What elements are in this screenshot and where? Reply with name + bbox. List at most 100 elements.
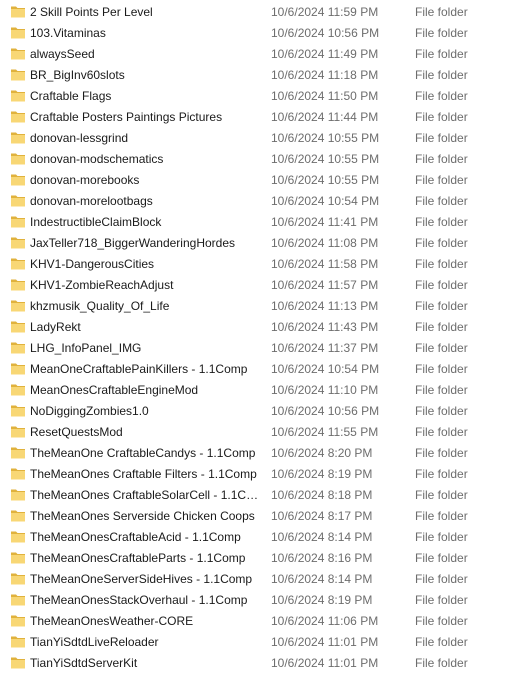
date-modified: 10/6/2024 10:54 PM [271, 194, 380, 208]
folder-row[interactable]: IndestructibleClaimBlock 10/6/2024 11:41 … [0, 212, 530, 233]
folder-row[interactable]: donovan-morelootbags 10/6/2024 10:54 PM Fi… [0, 191, 530, 212]
folder-row[interactable]: ResetQuestsMod 10/6/2024 11:55 PM File fol… [0, 422, 530, 443]
folder-row[interactable]: donovan-lessgrind 10/6/2024 10:55 PM File … [0, 128, 530, 149]
file-type: File folder [415, 614, 468, 628]
file-type: File folder [415, 89, 468, 103]
folder-row[interactable]: LHG_InfoPanel_IMG 10/6/2024 11:37 PM File … [0, 338, 530, 359]
folder-icon [11, 132, 25, 144]
file-type: File folder [415, 152, 468, 166]
file-type: File folder [415, 467, 468, 481]
folder-name: TheMeanOnesWeather-CORE [30, 614, 194, 628]
file-type: File folder [415, 68, 468, 82]
file-type: File folder [415, 341, 468, 355]
folder-row[interactable]: khzmusik_Quality_Of_Life 10/6/2024 11:13 … [0, 296, 530, 317]
file-type: File folder [415, 26, 468, 40]
folder-row[interactable]: BR_BigInv60slots 10/6/2024 11:18 PM File f… [0, 65, 530, 86]
folder-name: TheMeanOne CraftableCandys - 1.1Comp [30, 446, 256, 460]
date-modified: 10/6/2024 10:55 PM [271, 152, 380, 166]
folder-icon [11, 216, 25, 228]
folder-row[interactable]: MeanOnesCraftableEngineMod 10/6/2024 11:1… [0, 380, 530, 401]
file-type: File folder [415, 362, 468, 376]
folder-icon [11, 531, 25, 543]
folder-name: KHV1-DangerousCities [30, 257, 155, 271]
folder-icon [11, 321, 25, 333]
folder-row[interactable]: alwaysSeed 10/6/2024 11:49 PM File folder [0, 44, 530, 65]
date-modified: 10/6/2024 11:59 PM [271, 5, 379, 19]
date-modified: 10/6/2024 11:01 PM [271, 656, 379, 670]
folder-icon [11, 174, 25, 186]
folder-row[interactable]: donovan-modschematics 10/6/2024 10:55 PM F… [0, 149, 530, 170]
folder-icon [11, 489, 25, 501]
folder-name: MeanOnesCraftableEngineMod [30, 383, 199, 397]
folder-icon [11, 279, 25, 291]
folder-name: 2 Skill Points Per Level [30, 5, 153, 19]
folder-row[interactable]: TheMeanOnesCraftableAcid - 1.1Comp 10/6/2… [0, 527, 530, 548]
folder-row[interactable]: KHV1-DangerousCities 10/6/2024 11:58 PM Fi… [0, 254, 530, 275]
file-type: File folder [415, 446, 468, 460]
folder-row[interactable]: TheMeanOne CraftableCandys - 1.1Comp 10/6… [0, 443, 530, 464]
date-modified: 10/6/2024 11:55 PM [271, 425, 379, 439]
folder-row[interactable]: TheMeanOneServerSideHives - 1.1Comp 10/6/… [0, 569, 530, 590]
folder-icon [11, 195, 25, 207]
file-type: File folder [415, 215, 468, 229]
folder-icon [11, 90, 25, 102]
folder-row[interactable]: TianYiSdtdLiveReloader 10/6/2024 11:01 PM… [0, 632, 530, 653]
folder-name: donovan-morebooks [30, 173, 140, 187]
folder-name: LHG_InfoPanel_IMG [30, 341, 142, 355]
date-modified: 10/6/2024 8:18 PM [271, 488, 373, 502]
date-modified: 10/6/2024 8:19 PM [271, 593, 373, 607]
date-modified: 10/6/2024 11:06 PM [271, 614, 379, 628]
date-modified: 10/6/2024 8:16 PM [271, 551, 373, 565]
folder-row[interactable]: TheMeanOnes Serverside Chicken Coops 10/6… [0, 506, 530, 527]
folder-row[interactable]: Craftable Flags 10/6/2024 11:50 PM File fo… [0, 86, 530, 107]
folder-row[interactable]: KHV1-ZombieReachAdjust 10/6/2024 11:57 PM… [0, 275, 530, 296]
folder-name: TheMeanOnesCraftableParts - 1.1Comp [30, 551, 246, 565]
folder-icon [11, 510, 25, 522]
folder-row[interactable]: TheMeanOnesCraftableParts - 1.1Comp 10/6/… [0, 548, 530, 569]
folder-icon [11, 405, 25, 417]
folder-row[interactable]: LadyRekt 10/6/2024 11:43 PM File folder [0, 317, 530, 338]
file-type: File folder [415, 278, 468, 292]
folder-row[interactable]: donovan-morebooks 10/6/2024 10:55 PM File … [0, 170, 530, 191]
file-type: File folder [415, 194, 468, 208]
folder-name: MeanOneCraftablePainKillers - 1.1Comp [30, 362, 248, 376]
folder-row[interactable]: NoDiggingZombies1.0 10/6/2024 10:56 PM Fil… [0, 401, 530, 422]
file-type: File folder [415, 110, 468, 124]
folder-icon [11, 447, 25, 459]
file-type: File folder [415, 635, 468, 649]
file-type: File folder [415, 131, 468, 145]
folder-row[interactable]: TheMeanOnesWeather-CORE 10/6/2024 11:06 P… [0, 611, 530, 632]
folder-row[interactable]: 2 Skill Points Per Level 10/6/2024 11:59 … [0, 2, 530, 23]
date-modified: 10/6/2024 11:13 PM [271, 299, 379, 313]
date-modified: 10/6/2024 8:14 PM [271, 530, 373, 544]
date-modified: 10/6/2024 8:19 PM [271, 467, 373, 481]
folder-row[interactable]: 103.Vitaminas 10/6/2024 10:56 PM File fold… [0, 23, 530, 44]
folder-icon [11, 552, 25, 564]
folder-icon [11, 48, 25, 60]
folder-icon [11, 363, 25, 375]
file-type: File folder [415, 320, 468, 334]
folder-row[interactable]: TianYiSdtdServerKit 10/6/2024 11:01 PM Fil… [0, 653, 530, 674]
date-modified: 10/6/2024 11:37 PM [271, 341, 379, 355]
folder-row[interactable]: TheMeanOnesStackOverhaul - 1.1Comp 10/6/2… [0, 590, 530, 611]
date-modified: 10/6/2024 11:08 PM [271, 236, 379, 250]
folder-row[interactable]: TheMeanOnes Craftable Filters - 1.1Comp 1… [0, 464, 530, 485]
file-type: File folder [415, 257, 468, 271]
file-type: File folder [415, 593, 468, 607]
folder-name: 103.Vitaminas [30, 26, 106, 40]
folder-row[interactable]: MeanOneCraftablePainKillers - 1.1Comp 10/… [0, 359, 530, 380]
folder-name: NoDiggingZombies1.0 [30, 404, 149, 418]
date-modified: 10/6/2024 11:41 PM [271, 215, 379, 229]
folder-name: BR_BigInv60slots [30, 68, 125, 82]
date-modified: 10/6/2024 8:17 PM [271, 509, 373, 523]
folder-icon [11, 258, 25, 270]
file-list: 2 Skill Points Per Level 10/6/2024 11:59 … [0, 0, 530, 694]
folder-row[interactable]: TheMeanOnes CraftableSolarCell - 1.1Co..… [0, 485, 530, 506]
folder-row[interactable]: JaxTeller718_BiggerWanderingHordes 10/6/2… [0, 233, 530, 254]
date-modified: 10/6/2024 11:18 PM [271, 68, 379, 82]
folder-row[interactable]: Craftable Posters Paintings Pictures 10/6… [0, 107, 530, 128]
folder-icon [11, 111, 25, 123]
folder-icon [11, 615, 25, 627]
date-modified: 10/6/2024 11:44 PM [271, 110, 379, 124]
file-type: File folder [415, 530, 468, 544]
